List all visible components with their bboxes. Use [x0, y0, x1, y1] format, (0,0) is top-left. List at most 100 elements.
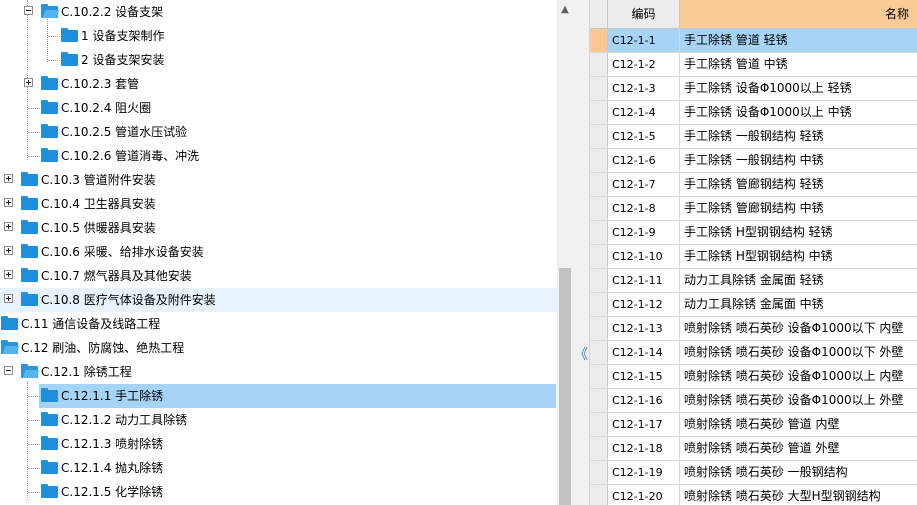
cell-code[interactable]: C12-1-7 [608, 173, 680, 196]
cell-name[interactable]: 喷射除锈 喷石英砂 设备Φ1000以下 外壁 [680, 341, 917, 364]
cell-name[interactable]: 喷射除锈 喷石英砂 管道 内壁 [680, 413, 917, 436]
cell-code[interactable]: C12-1-12 [608, 293, 680, 316]
tree-node[interactable]: C.12.1.2 动力工具除锈 [0, 408, 557, 432]
grid-row[interactable]: C12-1-19 喷射除锈 喷石英砂 一般钢结构 [590, 461, 917, 485]
tree-node[interactable]: C.10.2.4 阻火圈 [0, 96, 557, 120]
cell-name[interactable]: 手工除锈 一般钢结构 轻锈 [680, 125, 917, 148]
cell-code[interactable]: C12-1-9 [608, 221, 680, 244]
cell-code[interactable]: C12-1-10 [608, 245, 680, 268]
collapse-minus-icon[interactable] [24, 6, 33, 15]
grid-row[interactable]: C12-1-1 手工除锈 管道 轻锈 [590, 29, 917, 53]
cell-code[interactable]: C12-1-13 [608, 317, 680, 340]
row-indicator[interactable] [590, 53, 608, 76]
cell-name[interactable]: 手工除锈 设备Φ1000以上 中锈 [680, 101, 917, 124]
grid-row[interactable]: C12-1-7 手工除锈 管廊钢结构 轻锈 [590, 173, 917, 197]
cell-name[interactable]: 喷射除锈 喷石英砂 管道 外壁 [680, 437, 917, 460]
tree-node[interactable]: C.12.1.3 喷射除锈 [0, 432, 557, 456]
cell-code[interactable]: C12-1-15 [608, 365, 680, 388]
tree-node[interactable]: C.10.8 医疗气体设备及附件安装 [0, 288, 557, 312]
tree-node[interactable]: C.10.2.3 套管 [0, 72, 557, 96]
tree-node[interactable]: C.10.5 供暖器具安装 [0, 216, 557, 240]
row-indicator[interactable] [590, 125, 608, 148]
grid-row[interactable]: C12-1-4 手工除锈 设备Φ1000以上 中锈 [590, 101, 917, 125]
category-tree[interactable]: C.10.2.2 设备支架 1 设备支架制作 2 设备支架安装 C.10.2.3 套管… [0, 0, 557, 505]
scroll-thumb[interactable] [559, 268, 571, 505]
panel-splitter[interactable]: 《 [573, 0, 590, 505]
tree-node[interactable]: C.10.7 燃气器具及其他安装 [0, 264, 557, 288]
cell-code[interactable]: C12-1-14 [608, 341, 680, 364]
grid-row[interactable]: C12-1-15 喷射除锈 喷石英砂 设备Φ1000以上 内壁 [590, 365, 917, 389]
grid-row[interactable]: C12-1-17 喷射除锈 喷石英砂 管道 内壁 [590, 413, 917, 437]
grid-row[interactable]: C12-1-6 手工除锈 一般钢结构 中锈 [590, 149, 917, 173]
cell-name[interactable]: 喷射除锈 喷石英砂 大型H型钢钢结构 [680, 485, 917, 505]
grid-row[interactable]: C12-1-10 手工除锈 H型钢钢结构 中锈 [590, 245, 917, 269]
cell-code[interactable]: C12-1-17 [608, 413, 680, 436]
cell-name[interactable]: 手工除锈 管廊钢结构 中锈 [680, 197, 917, 220]
tree-node[interactable]: C.12.1.5 化学除锈 [0, 480, 557, 504]
tree-node[interactable]: C.10.3 管道附件安装 [0, 168, 557, 192]
grid-row[interactable]: C12-1-16 喷射除锈 喷石英砂 设备Φ1000以上 外壁 [590, 389, 917, 413]
cell-name[interactable]: 手工除锈 管廊钢结构 轻锈 [680, 173, 917, 196]
tree-node[interactable]: C.10.2.5 管道水压试验 [0, 120, 557, 144]
tree-node[interactable]: C.12.1.1 手工除锈 [0, 384, 557, 408]
cell-name[interactable]: 喷射除锈 喷石英砂 一般钢结构 [680, 461, 917, 484]
row-indicator[interactable] [590, 101, 608, 124]
row-indicator[interactable] [590, 437, 608, 460]
tree-vertical-scrollbar[interactable]: ▲ [557, 0, 573, 505]
row-indicator[interactable] [590, 221, 608, 244]
tree-node[interactable]: 1 设备支架制作 [0, 24, 557, 48]
row-indicator[interactable] [590, 77, 608, 100]
cell-code[interactable]: C12-1-1 [608, 29, 680, 52]
cell-name[interactable]: 喷射除锈 喷石英砂 设备Φ1000以下 内壁 [680, 317, 917, 340]
grid-row[interactable]: C12-1-12 动力工具除锈 金属面 中锈 [590, 293, 917, 317]
cell-name[interactable]: 喷射除锈 喷石英砂 设备Φ1000以上 外壁 [680, 389, 917, 412]
row-indicator[interactable] [590, 389, 608, 412]
expand-plus-icon[interactable] [4, 222, 13, 231]
tree-node[interactable]: 2 设备支架安装 [0, 48, 557, 72]
cell-code[interactable]: C12-1-5 [608, 125, 680, 148]
expand-plus-icon[interactable] [4, 174, 13, 183]
cell-name[interactable]: 动力工具除锈 金属面 中锈 [680, 293, 917, 316]
cell-code[interactable]: C12-1-8 [608, 197, 680, 220]
scroll-up-icon[interactable]: ▲ [557, 0, 573, 20]
row-indicator[interactable] [590, 413, 608, 436]
expand-plus-icon[interactable] [4, 294, 13, 303]
cell-code[interactable]: C12-1-16 [608, 389, 680, 412]
row-indicator[interactable] [590, 365, 608, 388]
row-indicator[interactable] [590, 245, 608, 268]
collapse-left-icon[interactable]: 《 [574, 346, 588, 364]
row-indicator[interactable] [590, 29, 608, 52]
row-indicator[interactable] [590, 485, 608, 505]
tree-node[interactable]: C.12.1 除锈工程 [0, 360, 557, 384]
cell-code[interactable]: C12-1-19 [608, 461, 680, 484]
row-indicator[interactable] [590, 341, 608, 364]
tree-node[interactable]: C.11 通信设备及线路工程 [0, 312, 557, 336]
cell-code[interactable]: C12-1-2 [608, 53, 680, 76]
tree-node[interactable]: C.12 刷油、防腐蚀、绝热工程 [0, 336, 557, 360]
row-indicator[interactable] [590, 173, 608, 196]
row-indicator[interactable] [590, 293, 608, 316]
cell-code[interactable]: C12-1-3 [608, 77, 680, 100]
collapse-minus-icon[interactable] [4, 366, 13, 375]
row-indicator[interactable] [590, 269, 608, 292]
cell-name[interactable]: 手工除锈 管道 轻锈 [680, 29, 917, 52]
cell-code[interactable]: C12-1-20 [608, 485, 680, 505]
grid-row[interactable]: C12-1-2 手工除锈 管道 中锈 [590, 53, 917, 77]
column-header-name[interactable]: 名称 [680, 0, 917, 28]
grid-row[interactable]: C12-1-13 喷射除锈 喷石英砂 设备Φ1000以下 内壁 [590, 317, 917, 341]
grid-row[interactable]: C12-1-18 喷射除锈 喷石英砂 管道 外壁 [590, 437, 917, 461]
tree-node[interactable]: C.12.1.4 抛丸除锈 [0, 456, 557, 480]
cell-name[interactable]: 手工除锈 一般钢结构 中锈 [680, 149, 917, 172]
row-indicator[interactable] [590, 317, 608, 340]
grid-row[interactable]: C12-1-9 手工除锈 H型钢钢结构 轻锈 [590, 221, 917, 245]
grid-row[interactable]: C12-1-20 喷射除锈 喷石英砂 大型H型钢钢结构 [590, 485, 917, 505]
grid-row[interactable]: C12-1-3 手工除锈 设备Φ1000以上 轻锈 [590, 77, 917, 101]
grid-row[interactable]: C12-1-5 手工除锈 一般钢结构 轻锈 [590, 125, 917, 149]
cell-name[interactable]: 手工除锈 H型钢钢结构 中锈 [680, 245, 917, 268]
grid-row[interactable]: C12-1-14 喷射除锈 喷石英砂 设备Φ1000以下 外壁 [590, 341, 917, 365]
cell-code[interactable]: C12-1-18 [608, 437, 680, 460]
cell-code[interactable]: C12-1-4 [608, 101, 680, 124]
cell-name[interactable]: 手工除锈 管道 中锈 [680, 53, 917, 76]
cell-code[interactable]: C12-1-6 [608, 149, 680, 172]
expand-plus-icon[interactable] [4, 198, 13, 207]
